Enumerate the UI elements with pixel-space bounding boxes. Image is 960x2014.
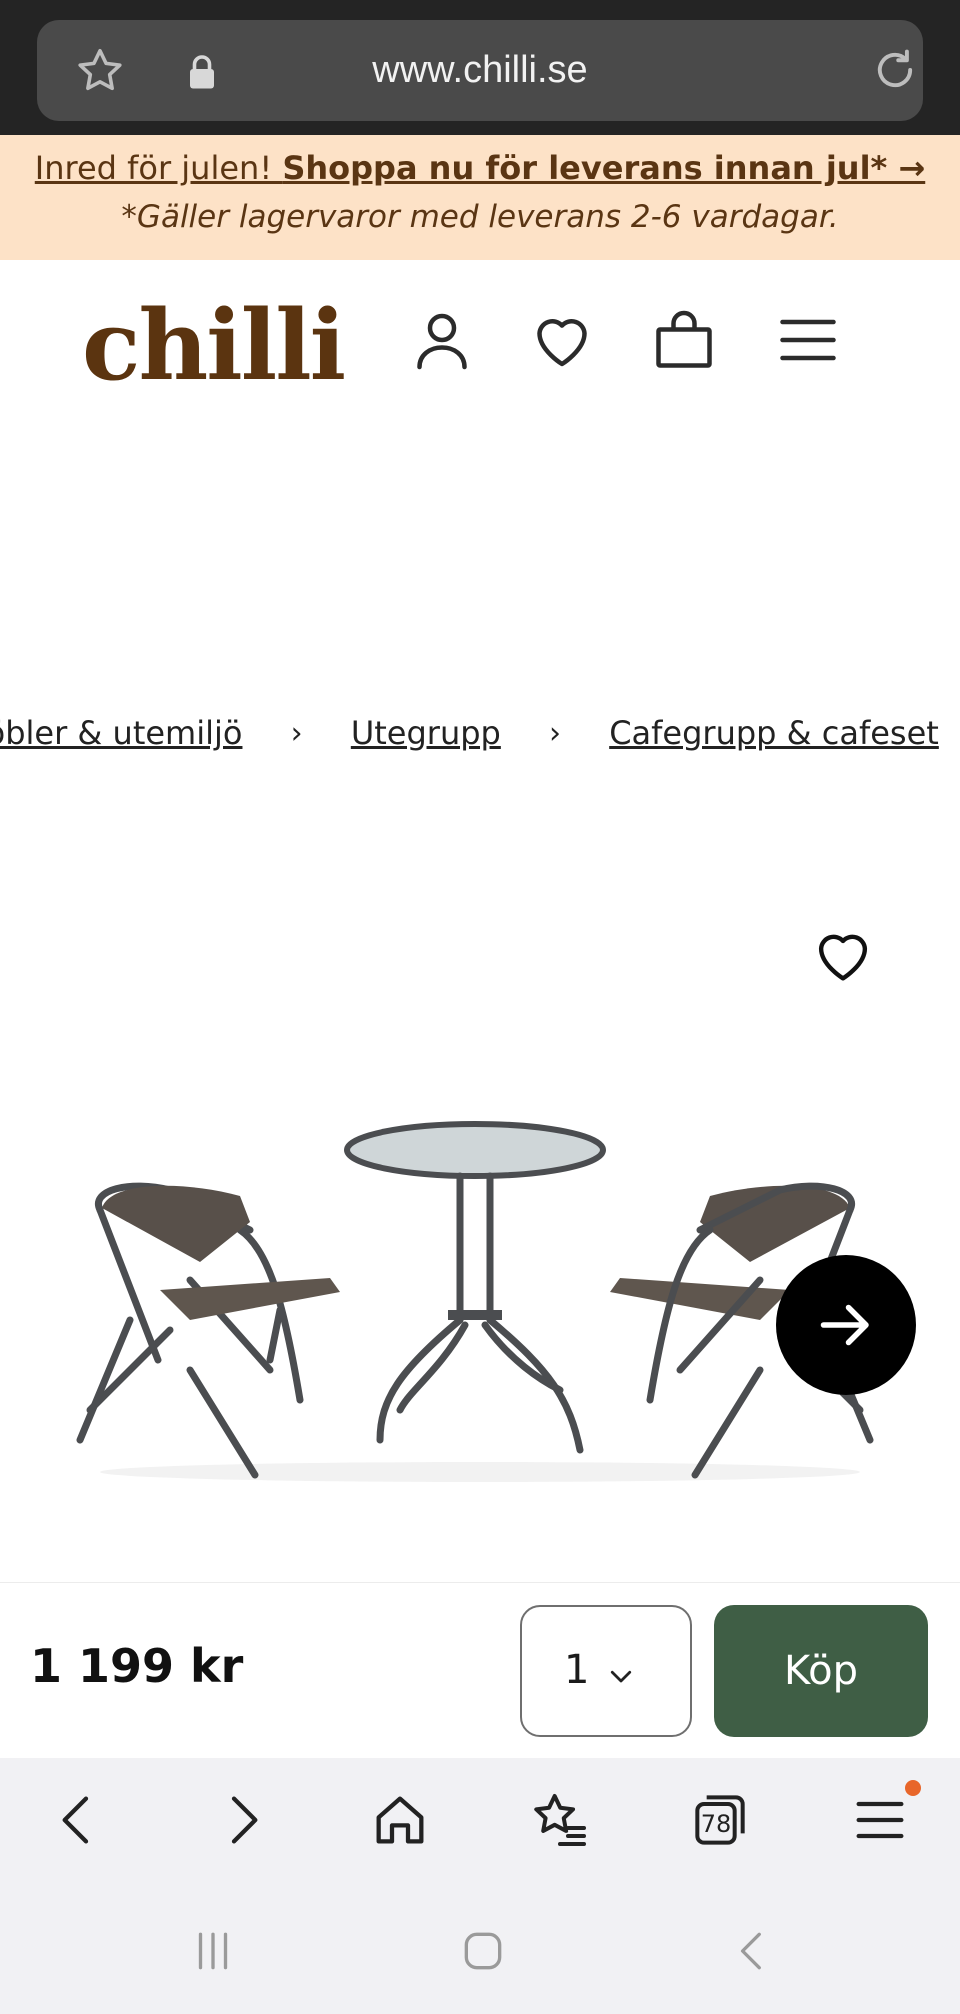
product-price: 1 199 kr (30, 1639, 244, 1693)
quantity-value: 1 (564, 1647, 590, 1693)
chilli-logo[interactable]: chilli (82, 296, 346, 396)
add-to-wishlist-heart-icon[interactable] (808, 920, 878, 990)
account-icon[interactable] (406, 304, 478, 376)
browser-menu-icon[interactable] (848, 1788, 912, 1852)
breadcrumb-item[interactable]: Möbler & utemiljö (0, 714, 242, 752)
promo-prefix: Inred för julen! (34, 149, 283, 187)
chevron-down-icon (610, 1670, 632, 1683)
product-gallery[interactable] (0, 850, 960, 1580)
android-nav-bar (0, 1888, 960, 2014)
promo-banner[interactable]: Inred för julen! Shoppa nu för leverans … (0, 135, 960, 260)
wishlist-heart-icon[interactable] (526, 304, 598, 376)
home-icon[interactable] (368, 1788, 432, 1852)
bookmarks-icon[interactable] (528, 1788, 592, 1852)
android-back-icon[interactable] (728, 1926, 778, 1976)
promo-disclaimer: *Gäller lagervaror med leverans 2-6 vard… (121, 199, 839, 235)
breadcrumb-item[interactable]: Cafegrupp & cafeset (609, 714, 939, 752)
quantity-select[interactable]: 1 (520, 1605, 692, 1737)
buy-button[interactable]: Köp (714, 1605, 928, 1737)
breadcrumb: Möbler & utemiljö › Utegrupp › Cafegrupp… (0, 712, 939, 762)
site-header: chilli (0, 260, 960, 420)
promo-cta[interactable]: Shoppa nu för leverans innan jul* → (282, 149, 925, 187)
breadcrumb-separator: › (290, 715, 303, 751)
tabs-button[interactable]: 78 (688, 1788, 752, 1852)
forward-icon[interactable] (210, 1788, 274, 1852)
url-text[interactable]: www.chilli.se (37, 20, 923, 121)
breadcrumb-item[interactable]: Utegrupp (351, 714, 501, 752)
product-image[interactable] (70, 1110, 890, 1490)
buy-bar: 1 199 kr 1 Köp (0, 1582, 960, 1758)
back-icon[interactable] (46, 1788, 110, 1852)
browser-bottom-toolbar: 78 (0, 1758, 960, 1888)
recent-apps-icon[interactable] (188, 1926, 238, 1976)
android-home-icon[interactable] (458, 1926, 508, 1976)
arrow-right-icon (820, 1304, 869, 1346)
promo-headline[interactable]: Inred för julen! Shoppa nu för leverans … (0, 149, 960, 187)
breadcrumb-separator: › (549, 715, 562, 751)
tabs-count: 78 (700, 1810, 732, 1838)
address-bar[interactable]: www.chilli.se (37, 20, 923, 121)
browser-top-bar: www.chilli.se (0, 0, 960, 135)
hamburger-menu-icon[interactable] (772, 304, 844, 376)
shopping-bag-icon[interactable] (648, 304, 720, 376)
notification-dot (905, 1780, 921, 1796)
reload-icon[interactable] (869, 44, 921, 96)
next-image-button[interactable] (776, 1255, 916, 1395)
